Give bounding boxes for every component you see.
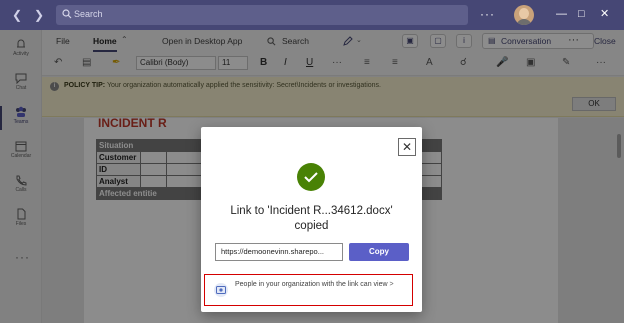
close-button[interactable]: ✕ bbox=[398, 138, 416, 156]
forward-icon[interactable]: ❯ bbox=[34, 8, 44, 22]
dialog-title: Link to 'Incident R...34612.docx' copied bbox=[230, 205, 393, 232]
maximize-icon[interactable]: □ bbox=[578, 8, 585, 20]
org-link-icon bbox=[214, 283, 228, 297]
link-url-field[interactable]: https://demoonevinn.sharepo... bbox=[215, 243, 343, 261]
search-placeholder: Search bbox=[74, 9, 103, 19]
avatar[interactable] bbox=[514, 5, 534, 25]
link-permission-setting[interactable]: People in your organization with the lin… bbox=[204, 274, 413, 306]
title-bar: ❮ ❯ Search ··· — □ ✕ bbox=[0, 0, 624, 30]
search-input[interactable]: Search bbox=[56, 5, 468, 25]
more-options-icon[interactable]: ··· bbox=[480, 7, 495, 21]
search-icon bbox=[62, 9, 72, 19]
link-copied-dialog: ✕ Link to 'Incident R...34612.docx' copi… bbox=[201, 127, 422, 312]
success-check-icon bbox=[297, 163, 325, 191]
close-icon: ✕ bbox=[401, 140, 413, 154]
minimize-icon[interactable]: — bbox=[556, 8, 567, 20]
back-icon[interactable]: ❮ bbox=[12, 8, 22, 22]
copy-button[interactable]: Copy bbox=[349, 243, 409, 261]
permission-text: People in your organization with the lin… bbox=[235, 281, 394, 288]
chevron-right-icon: > bbox=[389, 281, 394, 288]
close-window-icon[interactable]: ✕ bbox=[600, 8, 609, 20]
